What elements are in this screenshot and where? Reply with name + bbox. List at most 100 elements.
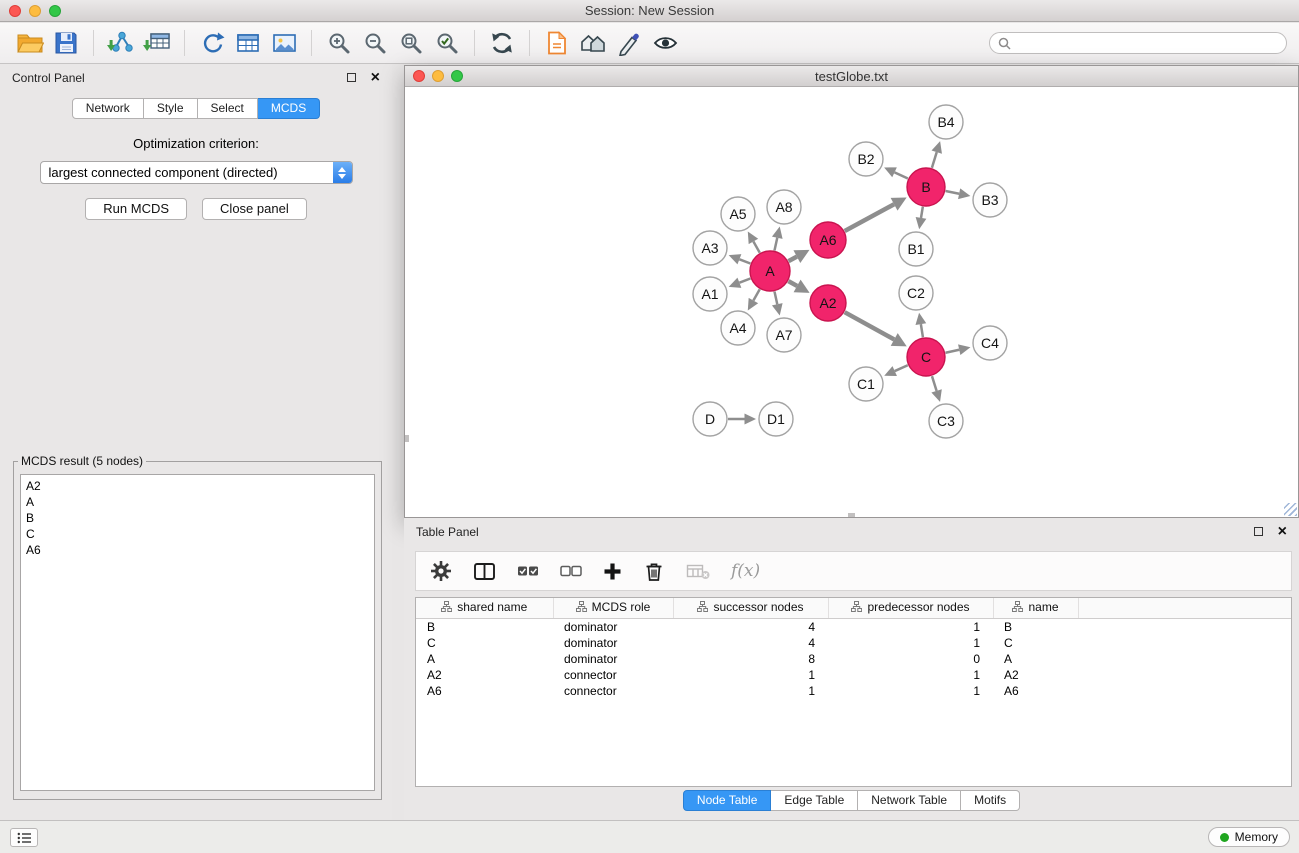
tab-mcds[interactable]: MCDS — [258, 98, 320, 119]
mcds-result-item[interactable]: C — [26, 526, 374, 542]
network-edge-A-A3[interactable] — [739, 259, 750, 263]
network-edge-A-A4[interactable] — [753, 289, 759, 300]
new-table-button[interactable] — [230, 27, 266, 59]
column-header-successor-nodes[interactable]: successor nodes — [673, 598, 828, 618]
network-close-button[interactable] — [413, 70, 425, 82]
document-button[interactable] — [539, 27, 575, 59]
status-list-button[interactable] — [10, 828, 38, 847]
network-edge-C-C3[interactable] — [932, 376, 937, 391]
column-header-mcds-role[interactable]: MCDS role — [553, 598, 673, 618]
network-edge-A-A8[interactable] — [774, 238, 777, 251]
network-edge-A-A1[interactable] — [739, 279, 750, 283]
close-table-panel-icon[interactable]: × — [1278, 524, 1287, 540]
function-builder-button[interactable]: f(x) — [731, 561, 760, 581]
network-node-C[interactable]: C — [907, 338, 945, 376]
network-edge-C-C4[interactable] — [946, 350, 960, 353]
network-node-B2[interactable]: B2 — [849, 142, 883, 176]
close-panel-button[interactable]: Close panel — [202, 198, 307, 220]
network-node-C2[interactable]: C2 — [899, 276, 933, 310]
network-node-A3[interactable]: A3 — [693, 231, 727, 265]
annotation-pen-button[interactable] — [611, 27, 647, 59]
zoom-fit-button[interactable] — [393, 27, 429, 59]
close-panel-icon[interactable]: × — [371, 70, 380, 86]
network-edge-A6-B[interactable] — [845, 204, 894, 231]
show-columns-button[interactable] — [473, 561, 496, 582]
select-all-button[interactable] — [517, 565, 539, 578]
node-table-row[interactable]: A2connector11A2 — [416, 667, 1291, 683]
search-input[interactable] — [1016, 36, 1278, 50]
table-tab-edge-table[interactable]: Edge Table — [771, 790, 858, 811]
table-tab-motifs[interactable]: Motifs — [961, 790, 1020, 811]
run-mcds-button[interactable]: Run MCDS — [85, 198, 187, 220]
panel-resize-notch[interactable] — [405, 435, 409, 442]
network-node-A5[interactable]: A5 — [721, 197, 755, 231]
network-zoom-button[interactable] — [451, 70, 463, 82]
save-session-button[interactable] — [48, 27, 84, 59]
zoom-selected-button[interactable] — [429, 27, 465, 59]
network-minimize-button[interactable] — [432, 70, 444, 82]
mcds-result-item[interactable]: B — [26, 510, 374, 526]
column-header-shared-name[interactable]: shared name — [416, 598, 553, 618]
network-window-titlebar[interactable]: testGlobe.txt — [405, 66, 1298, 87]
mcds-result-item[interactable]: A6 — [26, 542, 374, 558]
float-panel-icon[interactable] — [347, 73, 356, 82]
mcds-result-item[interactable]: A2 — [26, 478, 374, 494]
deselect-all-button[interactable] — [560, 565, 582, 578]
network-node-C1[interactable]: C1 — [849, 367, 883, 401]
network-edge-A-A5[interactable] — [753, 241, 759, 252]
network-node-A[interactable]: A — [750, 251, 790, 291]
open-session-button[interactable] — [12, 27, 48, 59]
network-node-C3[interactable]: C3 — [929, 404, 963, 438]
mcds-result-item[interactable]: A — [26, 494, 374, 510]
zoom-in-button[interactable] — [321, 27, 357, 59]
zoom-out-button[interactable] — [357, 27, 393, 59]
delete-column-button[interactable] — [643, 561, 665, 582]
zoom-window-button[interactable] — [49, 5, 61, 17]
network-edge-B-B1[interactable] — [921, 207, 923, 218]
network-edge-C-C2[interactable] — [921, 324, 923, 337]
network-node-D1[interactable]: D1 — [759, 402, 793, 436]
network-node-B[interactable]: B — [907, 168, 945, 206]
network-node-C4[interactable]: C4 — [973, 326, 1007, 360]
close-window-button[interactable] — [9, 5, 21, 17]
minimize-window-button[interactable] — [29, 5, 41, 17]
network-node-A8[interactable]: A8 — [767, 190, 801, 224]
network-edge-A2-C[interactable] — [845, 312, 895, 339]
network-edge-B-B4[interactable] — [932, 152, 937, 168]
table-tab-node-table[interactable]: Node Table — [683, 790, 772, 811]
network-node-A2[interactable]: A2 — [810, 285, 846, 321]
network-node-B3[interactable]: B3 — [973, 183, 1007, 217]
column-header-predecessor-nodes[interactable]: predecessor nodes — [828, 598, 993, 618]
panel-resize-notch[interactable] — [848, 513, 855, 517]
network-node-B1[interactable]: B1 — [899, 232, 933, 266]
tab-network[interactable]: Network — [72, 98, 144, 119]
network-node-D[interactable]: D — [693, 402, 727, 436]
network-edge-B-B3[interactable] — [946, 191, 960, 194]
network-node-B4[interactable]: B4 — [929, 105, 963, 139]
network-edge-B-B2[interactable] — [895, 172, 908, 178]
network-node-A1[interactable]: A1 — [693, 277, 727, 311]
network-node-A6[interactable]: A6 — [810, 222, 846, 258]
table-settings-button[interactable] — [430, 560, 452, 582]
float-table-panel-icon[interactable] — [1254, 527, 1263, 536]
memory-button[interactable]: Memory — [1208, 827, 1290, 847]
network-node-A4[interactable]: A4 — [721, 311, 755, 345]
network-canvas[interactable]: B4 B2 B B3 A8 A5 A6 A3 B1 A A1 C2 A2 A4 A7 C4 C C1 C3 D D1 — [405, 88, 1298, 517]
tab-style[interactable]: Style — [144, 98, 198, 119]
delete-table-button[interactable] — [686, 563, 710, 580]
network-graph[interactable]: B4 B2 B B3 A8 A5 A6 A3 B1 A A1 C2 A2 A4 A7 C4 C C1 C3 D D1 — [405, 88, 1298, 517]
node-table-row[interactable]: Cdominator41C — [416, 635, 1291, 651]
import-table-button[interactable] — [139, 27, 175, 59]
network-edge-A-A2[interactable] — [788, 281, 797, 286]
criterion-dropdown[interactable]: largest connected component (directed) — [40, 161, 353, 184]
import-network-button[interactable] — [103, 27, 139, 59]
node-table-row[interactable]: Bdominator41B — [416, 618, 1291, 635]
apply-layout-button[interactable] — [484, 27, 520, 59]
network-edge-C-C1[interactable] — [895, 365, 908, 371]
new-network-button[interactable] — [194, 27, 230, 59]
network-edge-A-A6[interactable] — [789, 257, 797, 261]
network-node-A7[interactable]: A7 — [767, 318, 801, 352]
export-image-button[interactable] — [266, 27, 302, 59]
network-edge-A-A7[interactable] — [774, 292, 777, 305]
column-header-name[interactable]: name — [993, 598, 1078, 618]
